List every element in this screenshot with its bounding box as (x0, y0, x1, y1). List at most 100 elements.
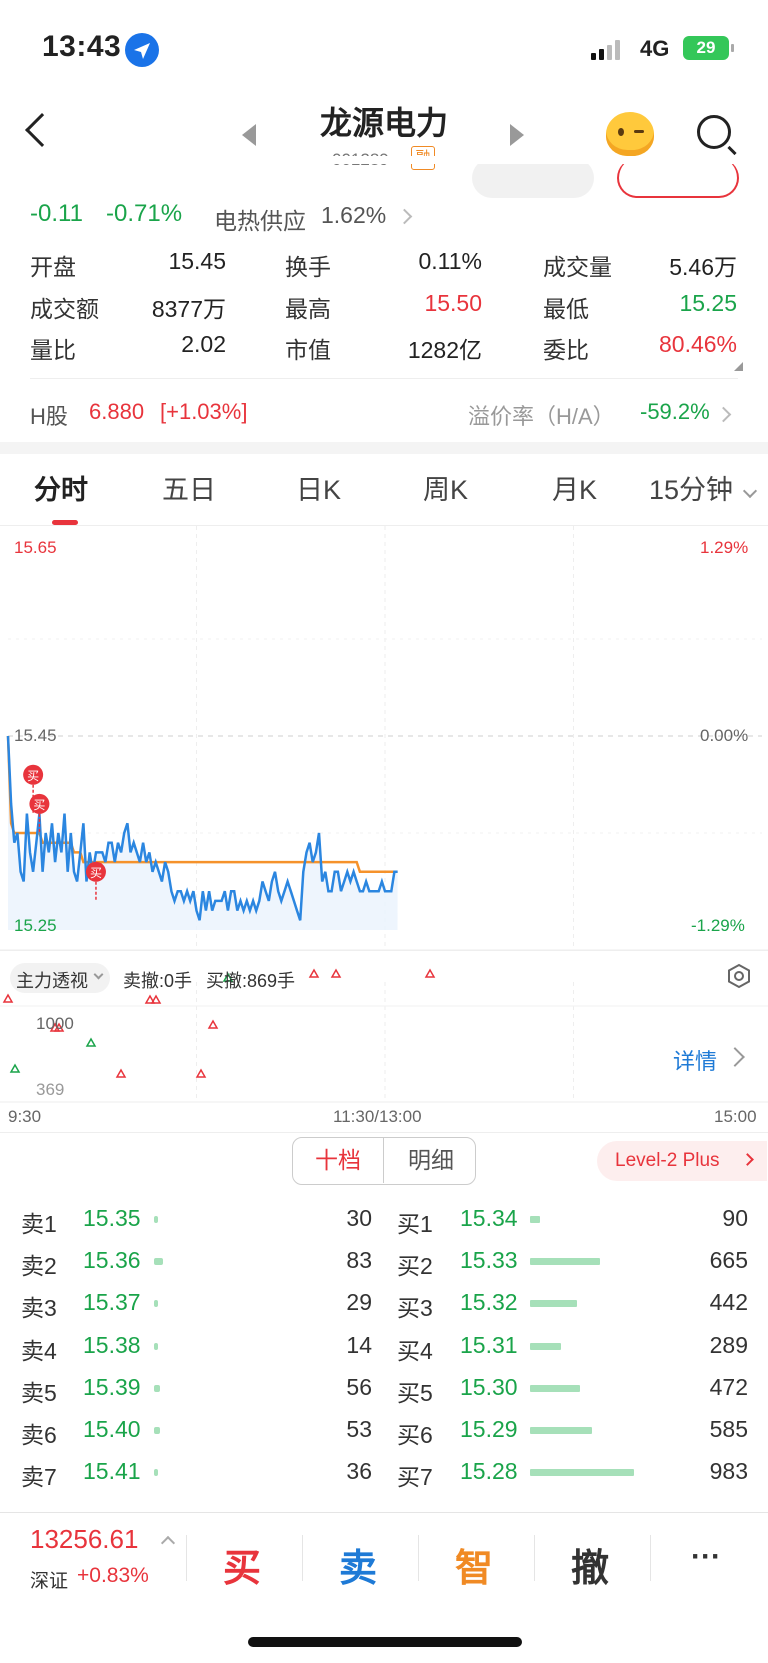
sector-pct[interactable]: 1.62% (321, 202, 386, 229)
intraday-chart[interactable]: 买买买 (0, 526, 768, 1116)
y-axis-mid: 15.45 (14, 726, 57, 745)
stat-label: 最低 (543, 296, 589, 322)
book-price: 15.30 (460, 1373, 518, 1400)
book-volume: 585 (709, 1416, 748, 1442)
expand-corner-icon[interactable] (734, 362, 743, 371)
book-volume: 665 (709, 1247, 748, 1274)
home-indicator (248, 1637, 522, 1647)
book-volume: 36 (346, 1458, 372, 1485)
book-price: 15.29 (460, 1416, 518, 1442)
stat-value: 2.02 (181, 331, 226, 357)
svg-text:买: 买 (27, 769, 39, 783)
volume-axis-high: 1000 (36, 1014, 74, 1033)
stat-value: 1282亿 (407, 337, 482, 363)
cancel-order-button[interactable]: 撤 (535, 1537, 645, 1592)
pct-axis-mid: 0.00% (700, 726, 749, 745)
stat-label: 量比 (30, 337, 76, 363)
book-price: 15.28 (460, 1458, 518, 1485)
book-price: 15.39 (83, 1373, 141, 1400)
h-share-label: H股 (30, 404, 68, 429)
book-price: 15.40 (83, 1416, 141, 1442)
volume-bar (530, 1427, 592, 1434)
volume-marker (424, 968, 436, 978)
book-level-label: 买2 (397, 1253, 433, 1280)
stat-value: 80.46% (658, 331, 737, 357)
book-level-label: 买3 (397, 1295, 433, 1322)
svg-text:买: 买 (90, 866, 102, 880)
sector-name[interactable]: 电热供应 (214, 202, 306, 236)
volume-marker (207, 1019, 219, 1029)
level2-plus-button[interactable]: Level-2 Plus (597, 1141, 767, 1181)
book-level-label: 卖6 (21, 1422, 57, 1448)
x-axis-start: 9:30 (8, 1107, 42, 1126)
book-volume: 289 (709, 1331, 748, 1358)
status-bar: 13:43 4G 29 (0, 0, 768, 96)
volume-bar (530, 1300, 577, 1308)
book-volume: 29 (346, 1289, 372, 1316)
cellular-signal-icon (591, 38, 625, 60)
mascot-icon[interactable] (606, 112, 654, 156)
volume-bar (154, 1216, 158, 1223)
book-volume: 56 (346, 1373, 372, 1400)
tab-daily-k[interactable]: 日K (296, 468, 341, 507)
chevron-right-icon[interactable] (715, 406, 732, 423)
buy-button[interactable]: 买 (187, 1537, 297, 1592)
book-level-label: 卖3 (21, 1295, 57, 1322)
volume-marker (330, 968, 342, 978)
settings-icon[interactable] (726, 963, 752, 989)
tab-weekly-k[interactable]: 周K (423, 468, 468, 507)
section-gap (0, 442, 768, 454)
premium-value: -59.2% (640, 399, 710, 424)
tab-monthly-k[interactable]: 月K (552, 468, 597, 507)
book-level-label: 买4 (397, 1337, 433, 1364)
book-volume: 14 (346, 1331, 372, 1358)
stat-value: 15.50 (424, 290, 482, 316)
volume-bar (530, 1384, 580, 1392)
volume-bar (154, 1427, 160, 1434)
add-watchlist-button[interactable] (617, 158, 739, 198)
index-value[interactable]: 13256.61 (30, 1524, 138, 1555)
pct-axis-top: 1.29% (700, 538, 749, 557)
book-level-label: 买6 (397, 1422, 433, 1448)
tab-15min[interactable]: 15分钟 (649, 468, 733, 507)
volume-axis-low: 369 (36, 1080, 65, 1099)
sell-cancel-count: 卖撤:0手 (123, 971, 193, 991)
tab-details[interactable]: 明细 (385, 1138, 475, 1183)
index-name[interactable]: 深证 (30, 1566, 68, 1593)
book-level-label: 买1 (397, 1211, 433, 1237)
book-price: 15.41 (83, 1458, 141, 1485)
book-price: 15.37 (83, 1289, 141, 1316)
book-segmented-control[interactable]: 十档 明细 (292, 1137, 476, 1185)
tab-intraday[interactable]: 分时 (34, 468, 88, 507)
battery-icon: 29 (683, 36, 734, 60)
volume-bar (530, 1342, 561, 1350)
set-alert-button[interactable] (472, 158, 594, 198)
book-volume: 30 (346, 1205, 372, 1231)
stat-value: 5.46万 (669, 254, 737, 280)
stat-label: 换手 (285, 254, 331, 280)
chevron-down-icon[interactable] (742, 483, 758, 499)
more-button[interactable]: ··· (651, 1540, 761, 1574)
scroll-fade (0, 1500, 768, 1512)
main-force-label[interactable]: 主力透视 (16, 967, 88, 993)
book-price: 15.33 (460, 1247, 518, 1274)
status-time: 13:43 (42, 30, 122, 63)
stat-value: 15.25 (679, 290, 737, 316)
book-level-label: 卖4 (21, 1337, 57, 1364)
volume-marker (308, 968, 320, 978)
volume-bar (530, 1258, 600, 1266)
index-change[interactable]: +0.83% (77, 1564, 149, 1588)
stat-label: 开盘 (30, 254, 76, 280)
tab-ten-levels[interactable]: 十档 (293, 1138, 384, 1183)
search-icon[interactable] (697, 115, 731, 149)
network-type: 4G (640, 36, 670, 61)
tab-five-day[interactable]: 五日 (162, 468, 216, 507)
premium-label: 溢价率（H/A） (468, 404, 615, 429)
volume-bar (154, 1469, 158, 1477)
smart-button[interactable]: 智 (419, 1537, 529, 1592)
divider (0, 1132, 768, 1133)
sell-button[interactable]: 卖 (303, 1537, 413, 1592)
detail-link[interactable]: 详情 (673, 1044, 717, 1076)
book-level-label: 买5 (397, 1379, 433, 1406)
book-level-label: 卖5 (21, 1379, 57, 1406)
